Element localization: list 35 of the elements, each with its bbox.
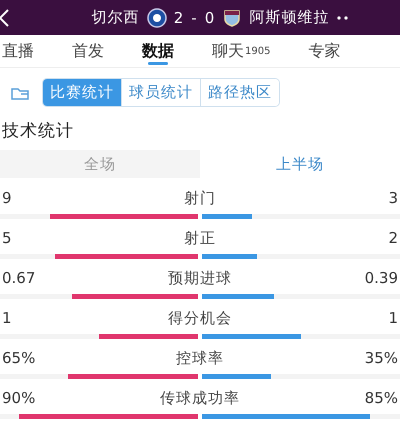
away-value: 1 <box>388 309 398 327</box>
home-team-name: 切尔西 <box>92 8 140 28</box>
home-value: 9 <box>2 189 12 207</box>
tab[interactable]: 数据 <box>142 35 174 68</box>
away-crest-icon <box>222 8 242 28</box>
stat-label: 传球成功率 <box>160 388 240 408</box>
more-icon[interactable] <box>336 14 348 21</box>
home-crest-icon <box>146 8 167 28</box>
tab[interactable]: 专家 <box>308 35 340 68</box>
back-icon[interactable] <box>0 8 10 28</box>
stat-label: 预期进球 <box>168 268 232 288</box>
away-team-name: 阿斯顿维拉 <box>249 8 330 28</box>
home-value: 65% <box>2 349 36 367</box>
away-value: 35% <box>364 349 398 367</box>
home-value: 0.67 <box>2 269 36 287</box>
stat-label: 得分机会 <box>168 308 232 328</box>
away-value: 2 <box>388 229 398 247</box>
score-separator: - <box>191 8 198 27</box>
stat-label: 控球率 <box>176 348 224 368</box>
tab[interactable]: 直播 <box>2 35 34 68</box>
period-tab[interactable]: 上半场 <box>200 150 400 178</box>
away-value: 3 <box>388 189 398 207</box>
away-score: 0 <box>204 8 216 27</box>
stat-label: 射门 <box>184 188 216 208</box>
tab[interactable]: 聊天 1905 <box>212 35 270 68</box>
home-value: 5 <box>2 229 12 247</box>
section-title: 技术统计 <box>2 120 75 142</box>
away-value: 85% <box>364 389 398 407</box>
home-value: 1 <box>2 309 12 327</box>
stat-label: 射正 <box>184 228 216 248</box>
home-value: 90% <box>2 389 36 407</box>
segment-tab[interactable]: 路径热区 <box>200 79 279 106</box>
tab[interactable]: 首发 <box>72 35 104 68</box>
home-score: 2 <box>174 8 184 27</box>
away-value: 0.39 <box>364 269 398 287</box>
